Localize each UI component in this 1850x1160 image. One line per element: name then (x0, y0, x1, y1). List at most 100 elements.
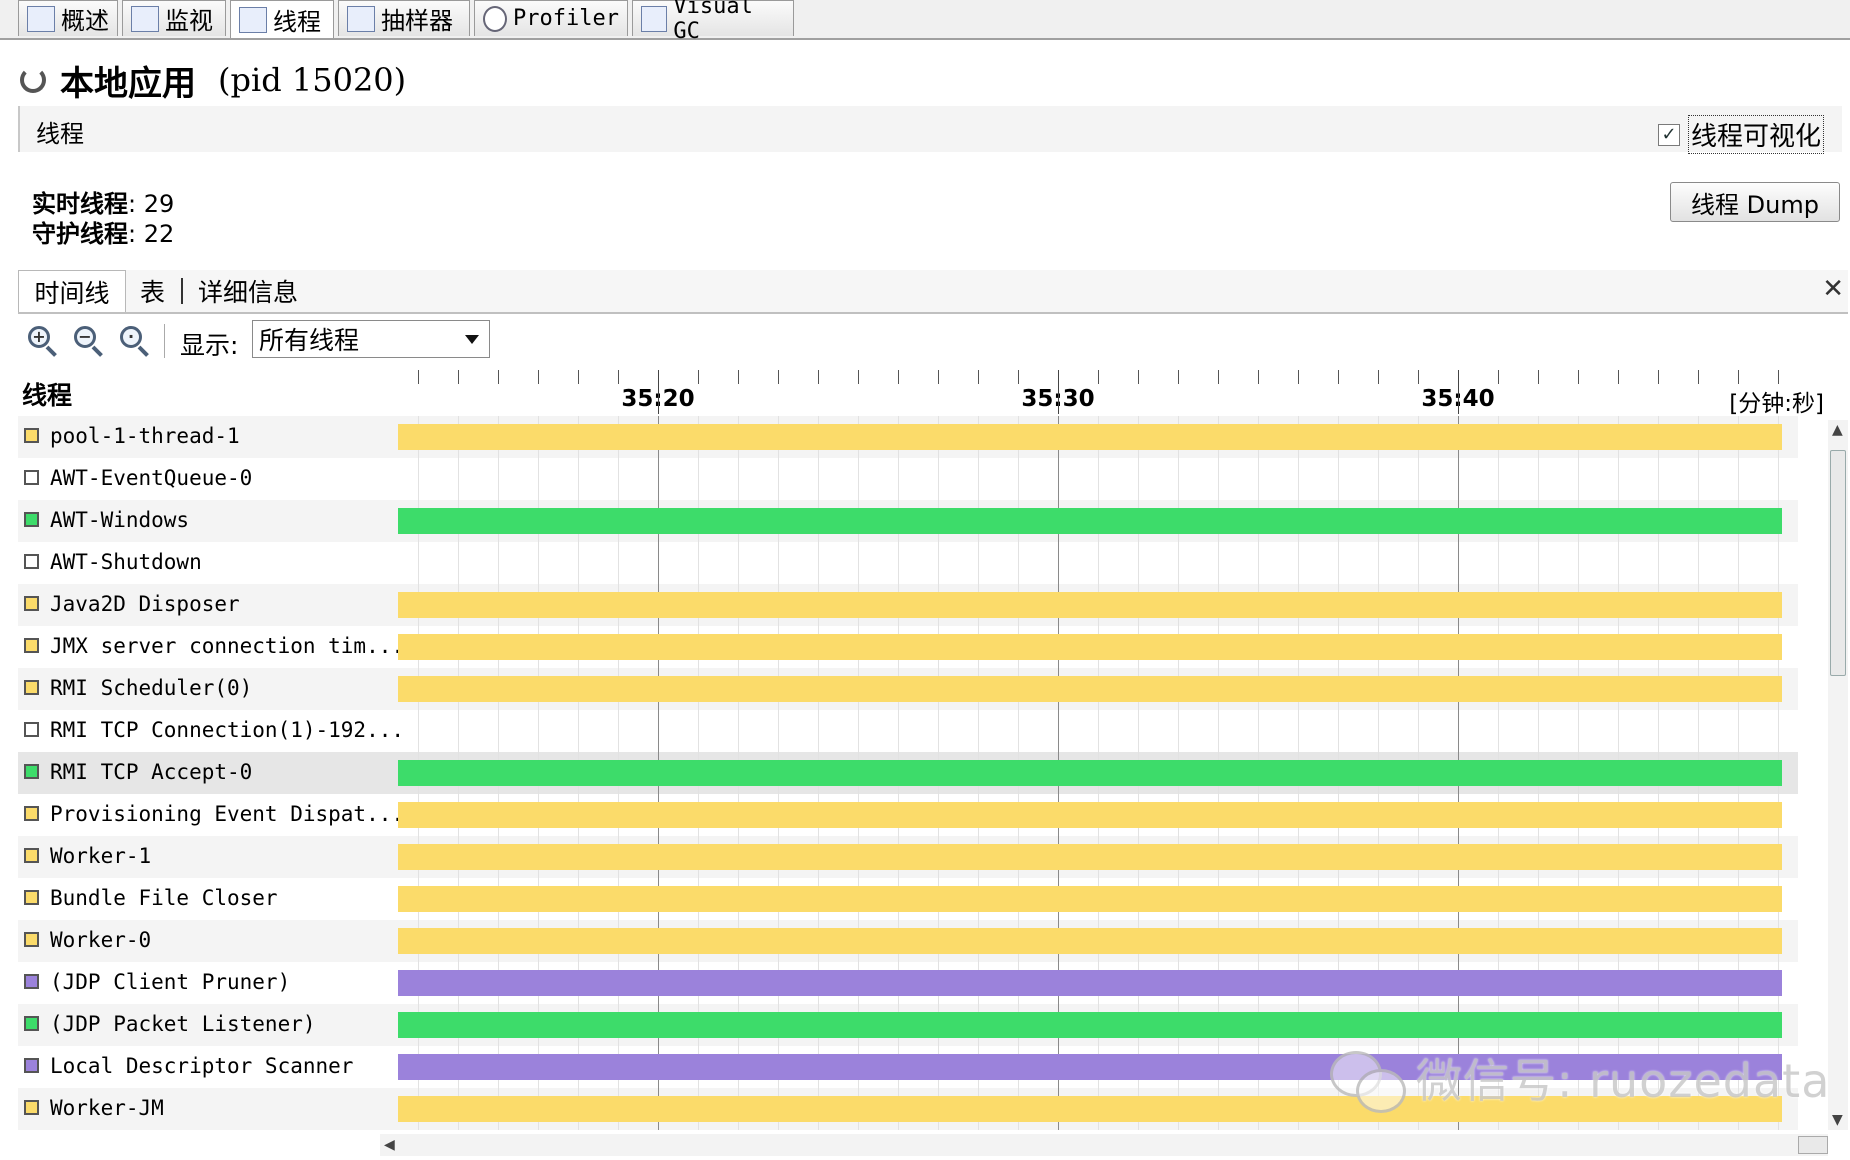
tab-visual-gc[interactable]: Visual GC (632, 0, 794, 44)
tab-label: 抽样器 (381, 7, 453, 35)
close-icon[interactable]: ✕ (1822, 274, 1844, 304)
watermark: 微信号: ruozedata (1330, 1045, 1831, 1113)
thread-state-swatch (24, 1100, 39, 1115)
tab-monitor[interactable]: 监视 (122, 0, 226, 36)
horizontal-scrollbar[interactable]: ◀ (380, 1134, 1828, 1156)
overview-icon (27, 5, 55, 32)
thread-state-bar[interactable] (398, 634, 1782, 660)
tab-table[interactable]: 表 (128, 270, 177, 312)
ruler-tick (858, 370, 859, 384)
tab-label: 概述 (61, 7, 109, 35)
ruler-tick (578, 370, 579, 384)
thread-state-swatch (24, 638, 39, 653)
thread-filter-select[interactable]: 所有线程 (252, 320, 490, 358)
scroll-up-icon[interactable]: ▲ (1832, 422, 1843, 438)
ruler-tick (1498, 370, 1499, 384)
ruler-tick (1698, 370, 1699, 384)
tab-details[interactable]: 详细信息 (186, 270, 310, 312)
ruler-tick (1378, 370, 1379, 384)
scrollbar-thumb[interactable] (1798, 1136, 1828, 1154)
ruler-tick (698, 370, 699, 384)
thread-state-bar[interactable] (398, 886, 1782, 912)
thread-state-bar[interactable] (398, 970, 1782, 996)
app-title-row: 本地应用 (pid 15020) (20, 58, 406, 104)
thread-state-bar[interactable] (398, 844, 1782, 870)
checkbox-checked-icon[interactable]: ✓ (1657, 123, 1680, 146)
tab-profiler[interactable]: Profiler (474, 0, 628, 36)
ruler-tick (1738, 370, 1739, 384)
thread-state-swatch (24, 1016, 39, 1031)
thread-dump-button[interactable]: 线程 Dump (1670, 182, 1840, 222)
visual-gc-icon (641, 5, 668, 32)
page-title: 本地应用 (60, 63, 196, 104)
ruler-tick (1058, 370, 1059, 414)
thread-state-swatch (24, 512, 39, 527)
threads-list-icon (239, 6, 267, 33)
ruler-tick (498, 370, 499, 384)
ruler-tick (1218, 370, 1219, 384)
ruler-tick (1298, 370, 1299, 384)
tab-label: Visual GC (673, 0, 753, 44)
thread-state-bar[interactable] (398, 592, 1782, 618)
threads-section-header: 线程 ✓ 线程可视化 (18, 106, 1842, 154)
zoom-in-icon[interactable]: + (26, 324, 60, 358)
tab-label: Profiler (513, 6, 619, 31)
thread-state-bar[interactable] (398, 676, 1782, 702)
thread-name: (JDP Client Pruner) (50, 970, 291, 994)
thread-name: Bundle File Closer (50, 886, 278, 910)
thread-state-swatch (24, 890, 39, 905)
thread-name: Java2D Disposer (50, 592, 240, 616)
thread-state-swatch (24, 932, 39, 947)
zoom-fit-icon[interactable]: · (118, 324, 152, 358)
thread-state-bar[interactable] (398, 1012, 1782, 1038)
tab-timeline[interactable]: 时间线 (18, 270, 126, 312)
thread-state-bar[interactable] (398, 760, 1782, 786)
zoom-out-icon[interactable]: − (72, 324, 106, 358)
chevron-down-icon (465, 335, 479, 344)
ruler-tick (618, 370, 619, 384)
tab-threads[interactable]: 线程 (230, 0, 334, 38)
scroll-down-icon[interactable]: ▼ (1832, 1112, 1843, 1128)
thread-name: AWT-Windows (50, 508, 190, 532)
scrollbar-thumb[interactable] (1830, 450, 1846, 676)
daemon-threads-stat: 守护线程: 22 (32, 214, 174, 249)
timeline-plot-area (398, 416, 1798, 1130)
tab-overview[interactable]: 概述 (18, 0, 118, 36)
ruler-tick (1618, 370, 1619, 384)
thread-name: (JDP Packet Listener) (50, 1012, 316, 1036)
ruler-tick (778, 370, 779, 384)
ruler-tick (1418, 370, 1419, 384)
watermark-text: 微信号: ruozedata (1416, 1054, 1831, 1108)
ruler-tick (898, 370, 899, 384)
thread-state-bar[interactable] (398, 424, 1782, 450)
tab-label: 监视 (165, 7, 213, 35)
tab-divider (181, 278, 183, 304)
thread-name: JMX server connection tim... (50, 634, 405, 658)
tool-tab-strip: 概述 监视 线程 抽样器 Profiler Visual GC (0, 0, 1850, 44)
scroll-left-icon[interactable]: ◀ (384, 1137, 395, 1153)
thread-name: Provisioning Event Dispat... (50, 802, 405, 826)
ruler-tick (1778, 370, 1779, 384)
tab-label: 线程 (273, 8, 321, 36)
thread-state-bar[interactable] (398, 802, 1782, 828)
thread-column-header: 线程 (22, 381, 73, 410)
tab-sampler[interactable]: 抽样器 (338, 0, 470, 36)
thread-state-swatch (24, 806, 39, 821)
ruler-tick (1578, 370, 1579, 384)
thread-state-swatch (24, 428, 39, 443)
thread-visualization-toggle[interactable]: ✓ 线程可视化 (1657, 115, 1824, 154)
ruler-tick (1458, 370, 1459, 414)
thread-state-bar[interactable] (398, 508, 1782, 534)
vertical-scrollbar[interactable]: ▲ ▼ (1828, 420, 1848, 1130)
time-unit-label: [分钟:秒] (1729, 391, 1824, 417)
ruler-tick (1258, 370, 1259, 384)
thread-state-bar[interactable] (398, 928, 1782, 954)
ruler-tick (738, 370, 739, 384)
ruler-tick (818, 370, 819, 384)
ruler-tick (538, 370, 539, 384)
thread-state-swatch (24, 554, 39, 569)
thread-name: RMI TCP Accept-0 (50, 760, 253, 784)
ruler-tick (458, 370, 459, 384)
monitor-chart-icon (131, 5, 159, 32)
thread-name: AWT-EventQueue-0 (50, 466, 253, 490)
